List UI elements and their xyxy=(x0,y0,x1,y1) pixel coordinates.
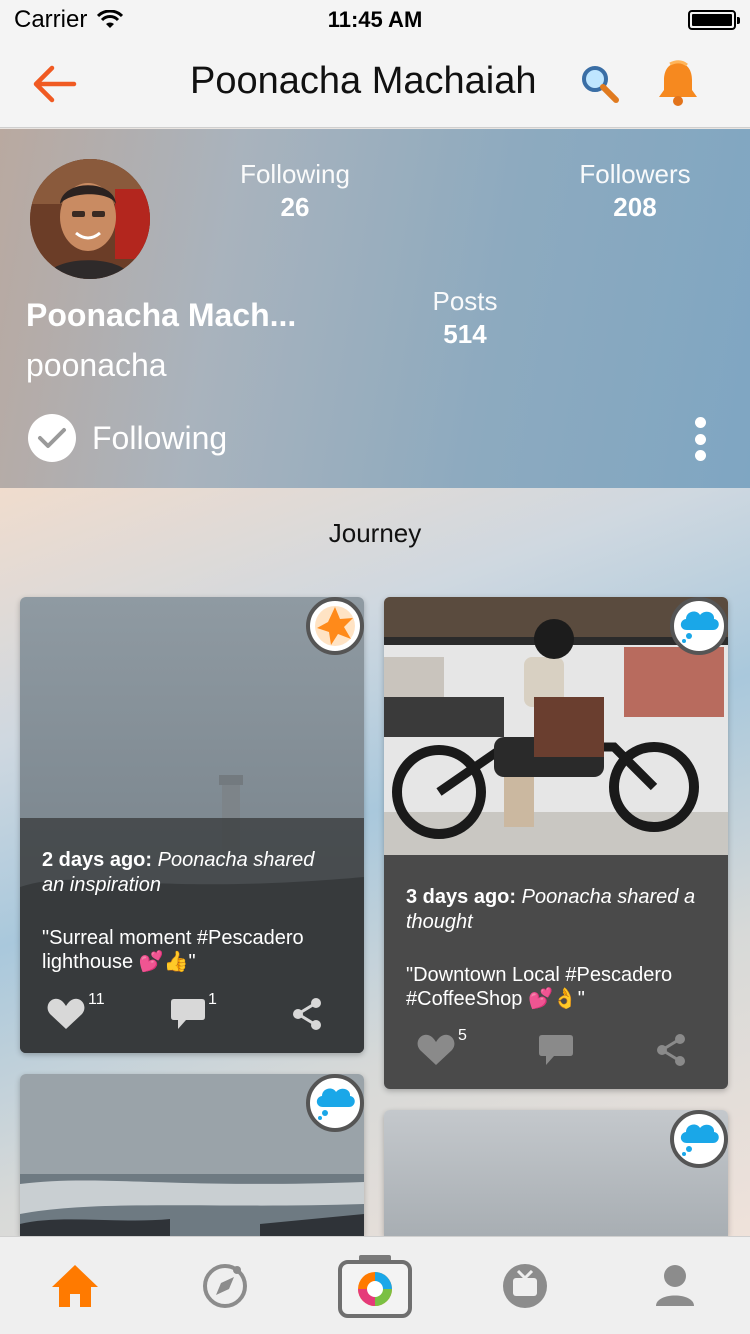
checkmark-icon xyxy=(28,414,76,462)
like-button[interactable]: 11 xyxy=(46,991,105,1031)
comment-icon xyxy=(171,999,205,1029)
profile-icon xyxy=(656,1265,694,1306)
status-bar: Carrier 11:45 AM xyxy=(0,0,750,40)
status-time: 11:45 AM xyxy=(327,7,423,32)
followers-stat[interactable]: Followers 208 xyxy=(560,159,710,223)
post-time: 2 days ago: xyxy=(42,849,153,871)
journey-card[interactable]: 3 days ago: Poonacha shared a thought "D… xyxy=(384,597,728,1089)
followers-label: Followers xyxy=(579,159,691,189)
compass-icon xyxy=(203,1264,247,1308)
thought-cloud-icon xyxy=(670,1110,728,1168)
thought-cloud-icon xyxy=(670,597,728,655)
posts-stat[interactable]: Posts 514 xyxy=(400,286,530,350)
share-icon xyxy=(293,998,321,1030)
share-button[interactable] xyxy=(292,997,322,1031)
tab-profile[interactable] xyxy=(640,1237,710,1334)
heart-icon xyxy=(417,1034,455,1065)
following-toggle-label: Following xyxy=(92,419,228,456)
tv-icon xyxy=(503,1264,547,1308)
tab-bar xyxy=(0,1236,750,1334)
like-button[interactable]: 5 xyxy=(416,1027,467,1067)
profile-username: poonacha xyxy=(26,347,167,383)
heart-icon xyxy=(47,998,85,1029)
journey-card[interactable] xyxy=(20,1074,364,1236)
following-count: 26 xyxy=(280,192,310,222)
following-toggle-button[interactable]: Following xyxy=(28,414,227,462)
share-icon xyxy=(657,1034,685,1066)
share-button[interactable] xyxy=(656,1033,686,1067)
camera-icon xyxy=(338,1255,412,1318)
more-options-icon[interactable] xyxy=(690,417,710,461)
page-title: Poonacha Machaiah xyxy=(190,60,537,102)
posts-count: 514 xyxy=(443,319,487,349)
tab-camera[interactable] xyxy=(330,1237,420,1334)
journey-card[interactable] xyxy=(384,1110,728,1236)
post-caption: "Surreal moment #Pescadero lighthouse 💕👍… xyxy=(42,927,304,973)
post-time: 3 days ago: xyxy=(406,886,517,908)
posts-label: Posts xyxy=(432,286,498,316)
tab-explore[interactable] xyxy=(190,1237,260,1334)
comment-count: 1 xyxy=(208,991,217,1008)
following-label: Following xyxy=(240,159,350,189)
back-arrow-icon[interactable] xyxy=(30,62,78,106)
thought-cloud-icon xyxy=(306,1074,364,1132)
post-meta: 3 days ago: Poonacha shared a thought xyxy=(406,885,706,935)
avatar[interactable] xyxy=(30,159,150,279)
bell-icon[interactable] xyxy=(654,58,702,108)
tab-home[interactable] xyxy=(40,1237,110,1334)
profile-header: Following 26 Followers 208 Posts 514 Poo… xyxy=(0,129,750,488)
star-burst-icon xyxy=(306,597,364,655)
section-title: Journey xyxy=(328,518,422,548)
journey-card[interactable]: 2 days ago: Poonacha shared an inspirati… xyxy=(20,597,364,1053)
comment-button[interactable] xyxy=(538,1033,574,1067)
following-stat[interactable]: Following 26 xyxy=(225,159,365,223)
comment-icon xyxy=(539,1035,573,1065)
profile-name: Poonacha Mach... xyxy=(26,297,297,333)
home-icon xyxy=(52,1265,98,1307)
search-icon[interactable] xyxy=(578,62,622,106)
comment-button[interactable]: 1 xyxy=(170,991,217,1031)
tab-tv[interactable] xyxy=(490,1237,560,1334)
post-caption: "Downtown Local #Pescadero #CoffeeShop 💕… xyxy=(406,964,673,1010)
post-meta: 2 days ago: Poonacha shared an inspirati… xyxy=(42,848,342,898)
navigation-bar: Poonacha Machaiah xyxy=(0,40,750,128)
like-count: 5 xyxy=(458,1027,467,1044)
battery-icon xyxy=(688,10,740,30)
like-count: 11 xyxy=(88,991,105,1008)
followers-count: 208 xyxy=(613,192,657,222)
